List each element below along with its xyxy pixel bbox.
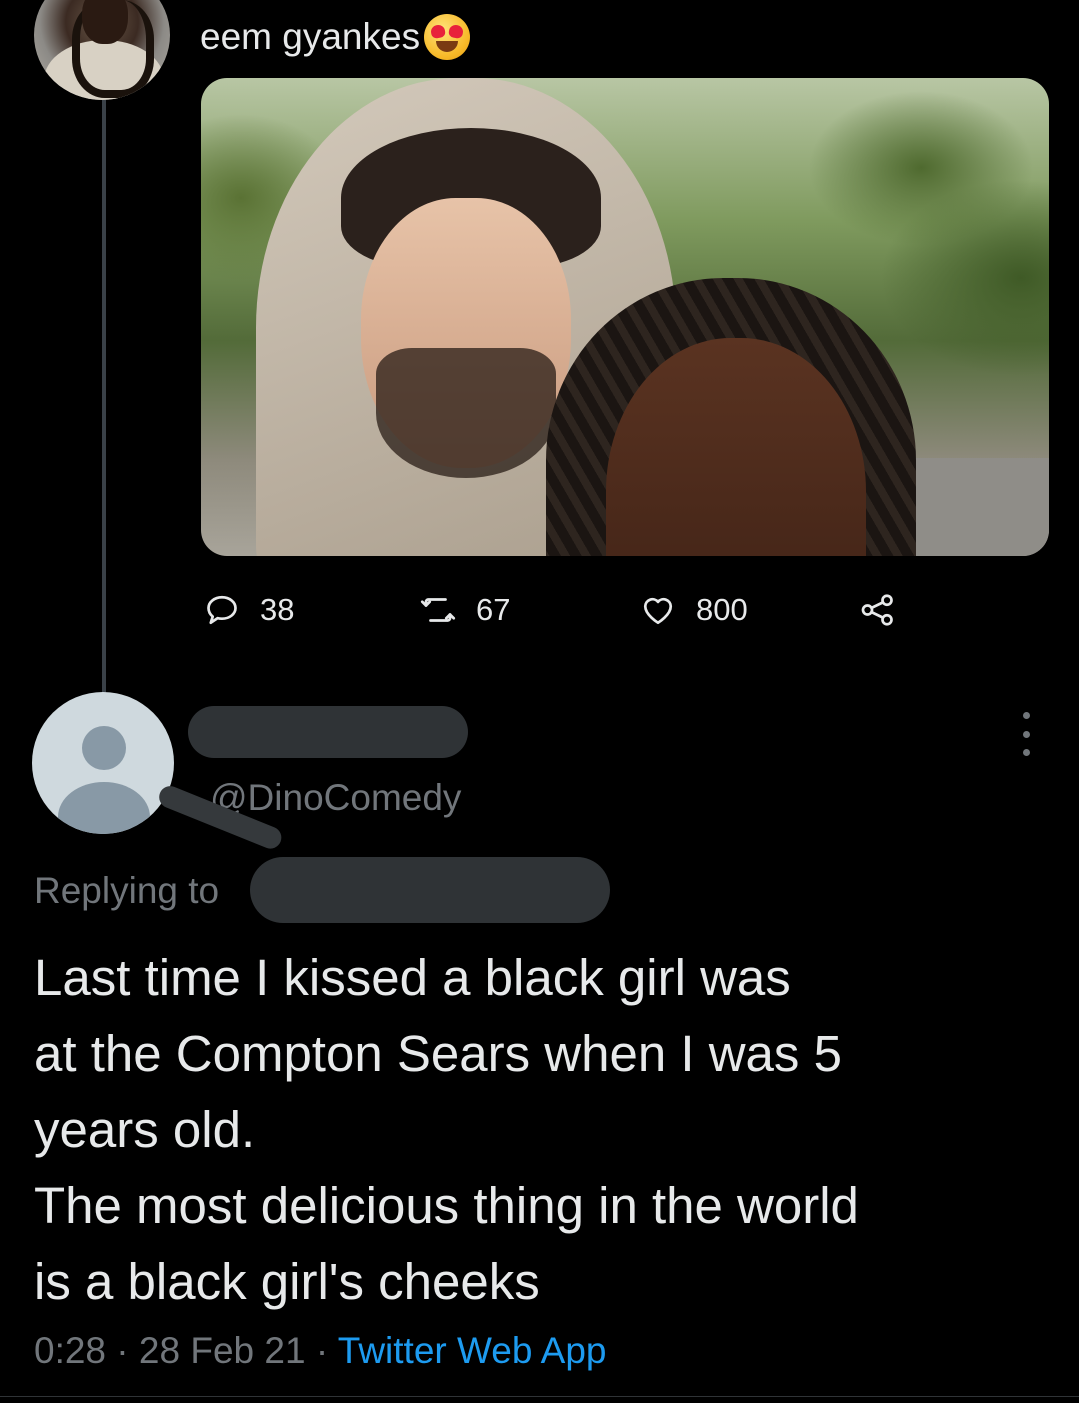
reply-body: Last time I kissed a black girl was at t… <box>34 940 1044 1320</box>
retweet-action[interactable]: 67 <box>420 588 510 632</box>
reply-source[interactable]: Twitter Web App <box>338 1330 607 1371</box>
redacted-reply-target <box>250 857 610 923</box>
heart-icon <box>643 597 673 625</box>
more-options-icon[interactable] <box>1016 712 1036 756</box>
reply-icon <box>207 595 237 625</box>
retweet-icon <box>420 598 456 622</box>
like-count: 800 <box>696 592 748 627</box>
reply-author-avatar[interactable] <box>32 692 174 834</box>
like-action[interactable]: 800 <box>640 588 748 632</box>
tweet-photo[interactable] <box>201 78 1049 556</box>
reply-body-line: is a black girl's cheeks <box>34 1253 540 1310</box>
redacted-display-name <box>188 706 468 758</box>
retweet-count: 67 <box>476 592 511 627</box>
reply-body-line: years old. <box>34 1101 256 1158</box>
reply-count: 38 <box>260 592 295 627</box>
share-action[interactable] <box>860 588 896 632</box>
reply-body-line: The most delicious thing in the world <box>34 1177 859 1234</box>
reply-time[interactable]: 0:28 <box>34 1330 106 1371</box>
reply-date[interactable]: 28 Feb 21 <box>139 1330 306 1371</box>
author-avatar[interactable] <box>34 0 170 100</box>
reply-body-line: at the Compton Sears when I was 5 <box>34 1025 842 1082</box>
tweet-text-content: eem gyankes <box>200 16 421 57</box>
meta-separator: · <box>305 1330 338 1371</box>
reply-author-handle[interactable]: @DinoComedy <box>210 777 461 819</box>
share-icon <box>861 594 893 626</box>
replying-to-label: Replying to <box>34 870 220 911</box>
thread-connector-line <box>102 96 106 696</box>
divider <box>0 1396 1079 1397</box>
reply-body-line: Last time I kissed a black girl was <box>34 949 791 1006</box>
reply-metadata: 0:28 · 28 Feb 21 · Twitter Web App <box>34 1330 607 1372</box>
reply-action[interactable]: 38 <box>204 588 294 632</box>
heart-eyes-emoji-icon <box>424 14 471 60</box>
tweet-text: eem gyankes <box>200 14 471 60</box>
meta-separator: · <box>106 1330 139 1371</box>
